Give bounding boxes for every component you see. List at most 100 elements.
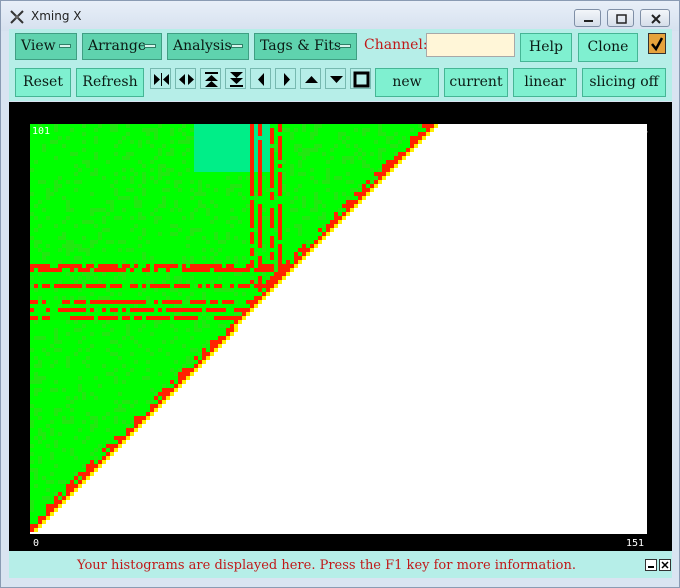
heatmap-cell (54, 224, 58, 228)
heatmap-cell (86, 272, 90, 276)
full-view-button[interactable] (350, 68, 371, 89)
heatmap-cell (162, 252, 166, 256)
heatmap-cell (170, 268, 174, 272)
heatmap-cell (82, 252, 86, 256)
title-bar[interactable]: Xming X (1, 1, 679, 31)
heatmap-cell (402, 132, 406, 136)
heatmap-cell (282, 172, 286, 176)
heatmap-cell (46, 224, 50, 228)
heatmap-cell (98, 172, 102, 176)
heatmap-cell (294, 136, 298, 140)
heatmap-cell (54, 148, 58, 152)
heatmap-cell (102, 200, 106, 204)
heatmap-cell (54, 192, 58, 196)
heatmap-cell (162, 296, 166, 300)
heatmap-cell (134, 172, 138, 176)
refresh-button[interactable]: Refresh (76, 68, 144, 97)
heatmap-cell (118, 144, 122, 148)
heatmap-cell (174, 332, 178, 336)
heatmap-cell (82, 324, 86, 328)
scroll-right-button[interactable] (275, 68, 296, 89)
heatmap-cell (242, 180, 246, 184)
heatmap-cell (254, 172, 258, 176)
heatmap-cell (226, 184, 230, 188)
heatmap-cell (90, 244, 94, 248)
help-button[interactable]: Help (520, 33, 572, 62)
heatmap-cell (310, 232, 314, 236)
option-checkbox[interactable] (648, 33, 666, 54)
heatmap-cell (50, 404, 54, 408)
scroll-bottom-button[interactable] (225, 68, 246, 89)
histogram-canvas[interactable]: 101 4 0 151 (9, 102, 672, 551)
heatmap-cell (78, 364, 82, 368)
heatmap-cell (102, 232, 106, 236)
heatmap-cell (198, 256, 202, 260)
fit-horizontal-button[interactable] (150, 68, 171, 89)
heatmap-cell (114, 164, 118, 168)
clone-button[interactable]: Clone (578, 33, 638, 62)
expand-horizontal-button[interactable] (175, 68, 196, 89)
heatmap-cell (182, 356, 186, 360)
heatmap-cell (70, 340, 74, 344)
heatmap-cell (178, 348, 182, 352)
heatmap-cell (166, 164, 170, 168)
tags-fits-menu[interactable]: Tags & Fits (254, 33, 357, 60)
heatmap-cell (98, 136, 102, 140)
heatmap-cell (182, 168, 186, 172)
scroll-top-button[interactable] (200, 68, 221, 89)
heatmap-cell (126, 316, 130, 320)
heatmap-cell (278, 276, 282, 280)
heatmap-cell (126, 272, 130, 276)
slicing-button[interactable]: slicing off (582, 68, 666, 97)
view-menu[interactable]: View (15, 33, 77, 60)
current-button[interactable]: current (444, 68, 508, 97)
heatmap-cell (274, 152, 278, 156)
heatmap-cell (322, 156, 326, 160)
heatmap-cell (102, 264, 106, 268)
channel-input[interactable] (426, 33, 515, 57)
heatmap-cell (54, 248, 58, 252)
maximize-button[interactable] (607, 9, 634, 27)
heatmap-cell (78, 160, 82, 164)
heatmap-cell (170, 284, 174, 288)
heatmap-cell (94, 260, 98, 264)
heatmap-cell (158, 400, 162, 404)
heatmap-cell (246, 272, 250, 276)
heatmap-cell (398, 148, 402, 152)
new-button[interactable]: new (375, 68, 439, 97)
heatmap-cell (66, 372, 70, 376)
heatmap-cell (258, 184, 262, 188)
heatmap-cell (210, 316, 214, 320)
scroll-up-button[interactable] (300, 68, 321, 89)
heatmap-cell (106, 272, 110, 276)
reset-button[interactable]: Reset (15, 68, 71, 97)
close-button[interactable] (640, 9, 670, 27)
heatmap-cell (86, 304, 90, 308)
scroll-left-button[interactable] (250, 68, 271, 89)
histogram-heatmap[interactable] (30, 124, 647, 534)
heatmap-cell (194, 328, 198, 332)
heatmap-cell (78, 328, 82, 332)
heatmap-cell (134, 248, 138, 252)
heatmap-cell (46, 340, 50, 344)
heatmap-cell (70, 424, 74, 428)
heatmap-cell (390, 152, 394, 156)
arrange-menu[interactable]: Arrange (82, 33, 162, 60)
heatmap-cell (142, 280, 146, 284)
heatmap-cell (250, 284, 254, 288)
minimize-button[interactable] (574, 9, 601, 27)
heatmap-cell (310, 140, 314, 144)
heatmap-cell (266, 236, 270, 240)
heatmap-cell (150, 224, 154, 228)
heatmap-cell (134, 284, 138, 288)
heatmap-cell (174, 140, 178, 144)
heatmap-cell (158, 224, 162, 228)
heatmap-cell (78, 388, 82, 392)
heatmap-cell (94, 320, 98, 324)
linear-button[interactable]: linear (513, 68, 577, 97)
scroll-down-button[interactable] (325, 68, 346, 89)
heatmap-cell (182, 380, 186, 384)
heatmap-cell (154, 364, 158, 368)
analysis-menu[interactable]: Analysis (167, 33, 249, 60)
heatmap-cell (194, 128, 198, 132)
